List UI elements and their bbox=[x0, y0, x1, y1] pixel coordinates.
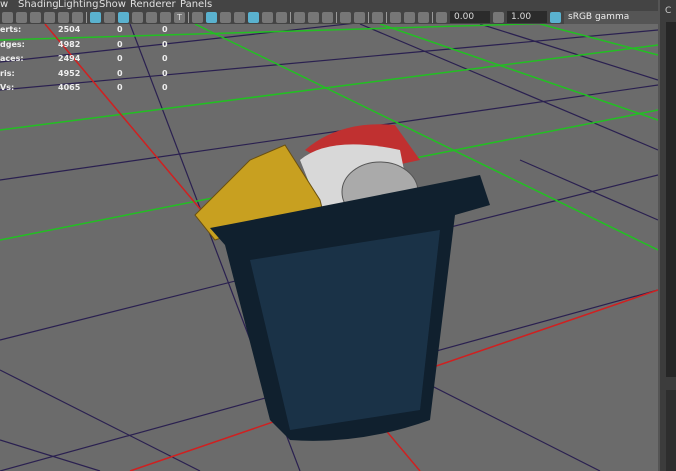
xray-joints-icon[interactable] bbox=[390, 11, 401, 23]
color-management-icon[interactable] bbox=[550, 11, 561, 23]
select-camera-icon[interactable] bbox=[372, 11, 383, 23]
divider bbox=[188, 11, 189, 23]
gate-mask-icon[interactable] bbox=[132, 11, 143, 23]
field-chart-icon[interactable] bbox=[146, 11, 157, 23]
smooth-shade-icon[interactable] bbox=[206, 11, 217, 23]
divider bbox=[368, 11, 369, 23]
xray-icon[interactable] bbox=[354, 11, 365, 23]
stats-row-uvs: Vs: 4065 0 0 bbox=[0, 83, 168, 92]
default-material-icon[interactable] bbox=[220, 11, 231, 23]
side-panel-content[interactable] bbox=[666, 22, 676, 377]
resolution-gate-icon[interactable] bbox=[118, 11, 129, 23]
camera-select-icon[interactable] bbox=[2, 11, 13, 23]
motion-blur-icon[interactable] bbox=[308, 11, 319, 23]
exposure-field[interactable]: 0.00 bbox=[450, 11, 490, 23]
divider bbox=[336, 11, 337, 23]
anti-aliasing-icon[interactable] bbox=[322, 11, 333, 23]
view-transform-select[interactable]: sRGB gamma▼ bbox=[564, 10, 672, 24]
divider bbox=[86, 11, 87, 23]
2d-pan-zoom-icon[interactable] bbox=[58, 11, 69, 23]
wireframe-icon[interactable] bbox=[192, 11, 203, 23]
divider bbox=[432, 11, 433, 23]
stats-row-verts: erts: 2504 0 0 bbox=[0, 25, 168, 34]
gamma-field[interactable]: 1.00 bbox=[507, 11, 547, 23]
isolate-select-icon[interactable] bbox=[340, 11, 351, 23]
grease-pencil-icon[interactable] bbox=[72, 11, 83, 23]
shadows-icon[interactable] bbox=[276, 11, 287, 23]
lights-icon[interactable] bbox=[262, 11, 273, 23]
wireframe-on-shaded-icon[interactable] bbox=[234, 11, 245, 23]
panel-toolbar: T 0.00 1.00 sRGB gamma▼ bbox=[0, 10, 672, 24]
safe-title-icon[interactable]: T bbox=[174, 11, 185, 23]
backface-culling-icon[interactable] bbox=[418, 11, 429, 23]
poly-count-hud: erts: 2504 0 0 dges: 4982 0 0 aces: 2494 0 0 ris:… bbox=[0, 24, 200, 97]
bookmark-icon[interactable] bbox=[30, 11, 41, 23]
film-gate-icon[interactable] bbox=[104, 11, 115, 23]
side-panel: C bbox=[658, 0, 676, 471]
view-transform-value: sRGB gamma bbox=[568, 11, 630, 22]
gamma-icon[interactable] bbox=[493, 11, 504, 23]
side-panel-lower[interactable] bbox=[666, 390, 676, 471]
safe-action-icon[interactable] bbox=[160, 11, 171, 23]
grid-icon[interactable] bbox=[90, 11, 101, 23]
divider bbox=[386, 11, 387, 23]
side-panel-label: C bbox=[665, 6, 672, 16]
camera-attributes-icon[interactable] bbox=[16, 11, 27, 23]
exposure-icon[interactable] bbox=[436, 11, 447, 23]
stats-row-faces: aces: 2494 0 0 bbox=[0, 54, 168, 63]
xray-active-icon[interactable] bbox=[404, 11, 415, 23]
textured-icon[interactable] bbox=[248, 11, 259, 23]
stats-row-tris: ris: 4952 0 0 bbox=[0, 68, 168, 78]
stats-row-edges: dges: 4982 0 0 bbox=[0, 39, 168, 49]
divider bbox=[290, 11, 291, 23]
image-plane-icon[interactable] bbox=[44, 11, 55, 23]
ambient-occlusion-icon[interactable] bbox=[294, 11, 305, 23]
